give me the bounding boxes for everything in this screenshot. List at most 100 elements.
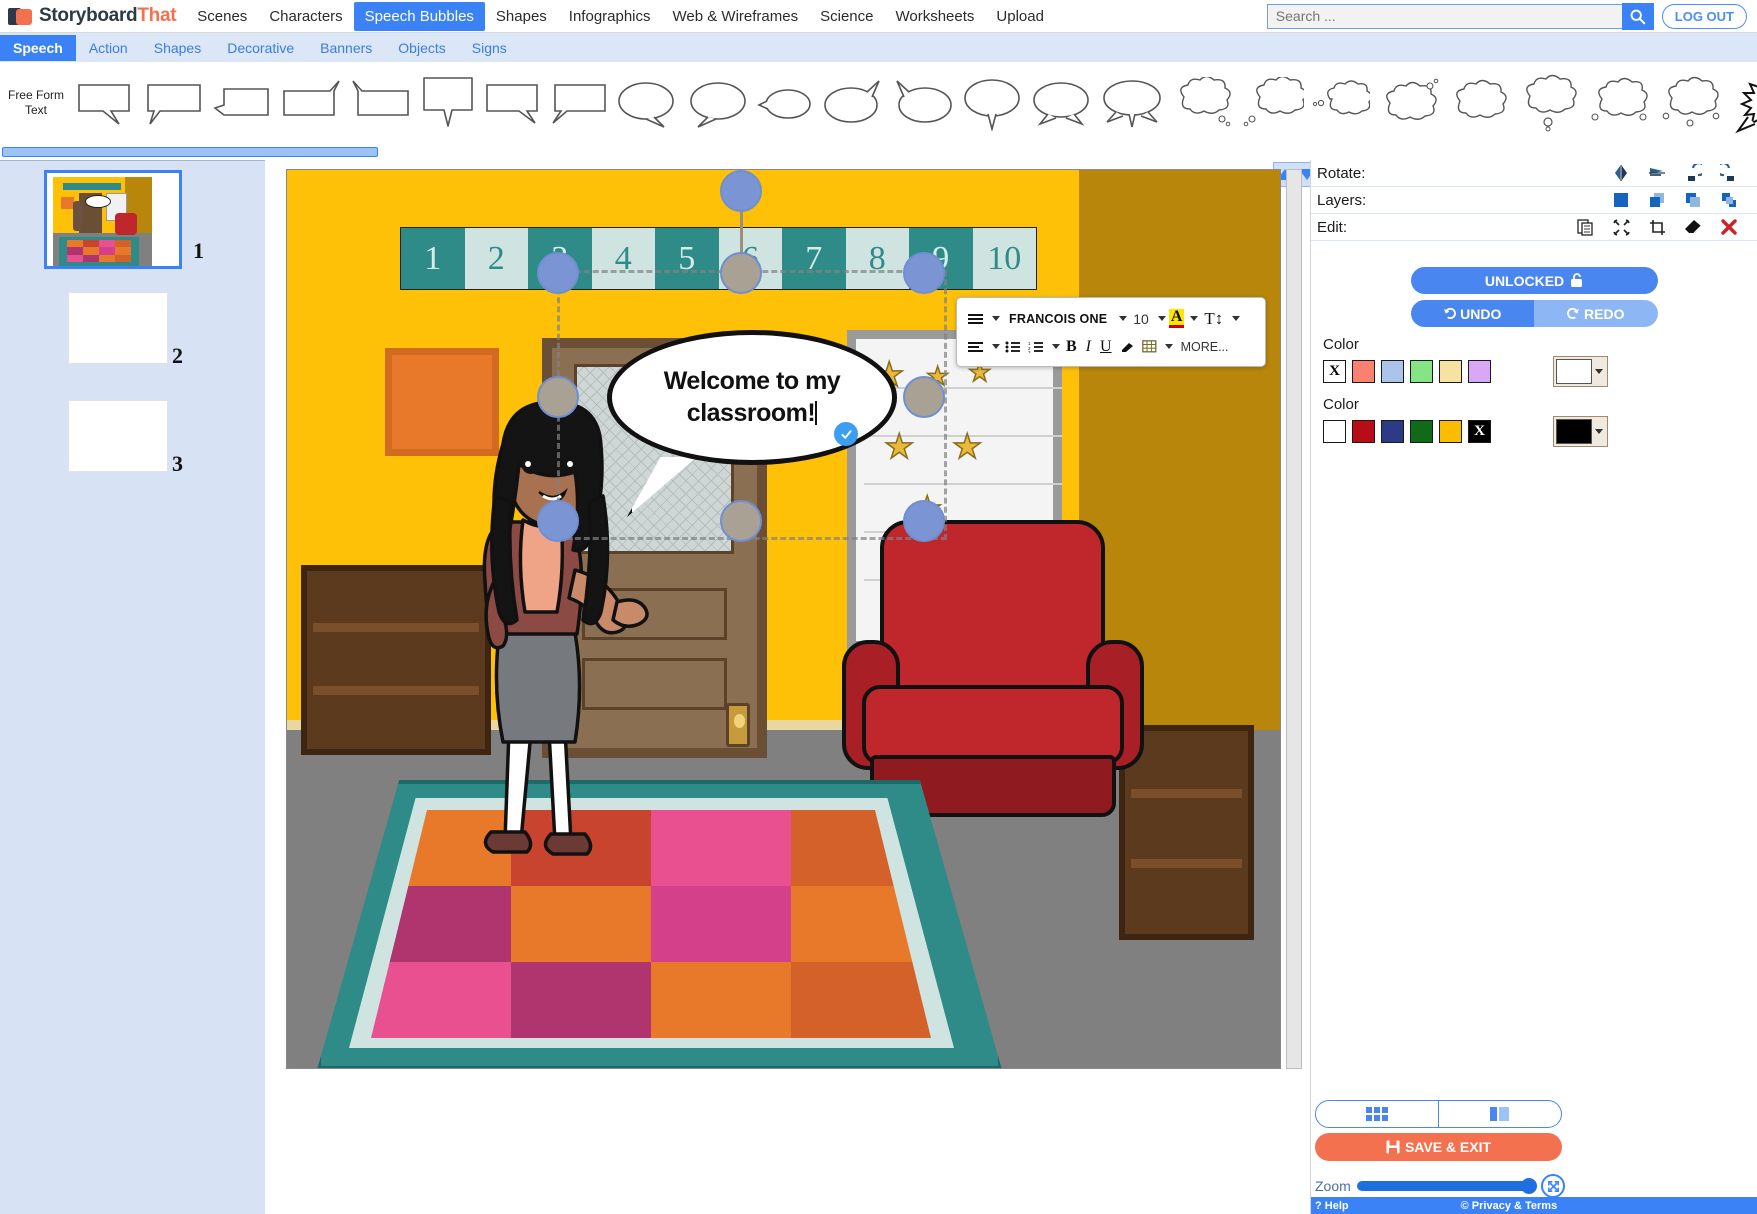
storyboard-cell-2[interactable] <box>68 292 168 364</box>
bubble-shape-rect-tail-down[interactable] <box>420 74 476 132</box>
privacy-terms-link[interactable]: © Privacy & Terms <box>1461 1200 1558 1212</box>
nav-item-characters[interactable]: Characters <box>258 2 353 31</box>
font-family-selector[interactable]: FRANCOIS ONE <box>1003 312 1113 326</box>
bubble-shape-oval-tail-upleft[interactable] <box>892 78 954 128</box>
bubble-shape-starburst[interactable] <box>1730 72 1757 134</box>
lock-toggle-button[interactable]: UNLOCKED <box>1410 267 1658 294</box>
nav-item-shapes[interactable]: Shapes <box>485 2 558 31</box>
subnav-item-action[interactable]: Action <box>76 35 141 61</box>
table-caret-icon[interactable] <box>1164 344 1173 349</box>
send-backward-icon[interactable] <box>1675 191 1711 209</box>
numbered-list-icon[interactable]: 123 <box>1026 340 1046 354</box>
delete-icon[interactable] <box>1711 218 1747 236</box>
app-logo[interactable]: StoryboardThat <box>0 5 186 27</box>
bubble-shape-oval-small-left[interactable] <box>756 79 814 127</box>
rotate-left-icon[interactable] <box>1675 164 1711 182</box>
resize-handle-bottom-right[interactable] <box>903 500 945 542</box>
fill-swatch-transparent[interactable]: X <box>1323 360 1346 383</box>
nav-item-upload[interactable]: Upload <box>985 2 1055 31</box>
stroke-swatch-green[interactable] <box>1410 420 1433 443</box>
bubble-shape-oval-tail-down[interactable] <box>962 75 1022 131</box>
bubble-shape-cloud-dots-both[interactable] <box>1588 77 1650 129</box>
paragraph-align-caret-icon[interactable] <box>992 344 1000 349</box>
subnav-item-shapes[interactable]: Shapes <box>141 35 214 61</box>
align-menu-caret-icon[interactable] <box>992 316 1000 321</box>
bubble-shape-oval-tail-upright[interactable] <box>822 78 884 128</box>
bubble-shape-rect-tail-downleft[interactable] <box>550 79 608 127</box>
bubble-shape-rect-tail-left[interactable] <box>144 79 204 127</box>
stroke-swatch-amber[interactable] <box>1439 420 1462 443</box>
bubble-shape-rect-tail-left-point[interactable] <box>212 79 272 127</box>
nav-item-worksheets[interactable]: Worksheets <box>884 2 985 31</box>
nav-item-infographics[interactable]: Infographics <box>558 2 662 31</box>
bold-button[interactable]: B <box>1063 338 1080 356</box>
bubble-shape-cloud-dots-left[interactable] <box>1242 77 1304 129</box>
flip-vertical-icon[interactable] <box>1639 164 1675 182</box>
speech-bubble-text[interactable]: Welcome to my classroom! <box>640 366 864 429</box>
font-color-button[interactable]: A <box>1168 309 1185 328</box>
bubble-shape-cloud-dots-under[interactable] <box>1658 76 1722 130</box>
subnav-item-objects[interactable]: Objects <box>385 35 458 61</box>
bubble-shape-oval-tail-triple[interactable] <box>1100 76 1164 130</box>
rotate-right-icon[interactable] <box>1711 164 1747 182</box>
resize-handle-bottom-left[interactable] <box>537 500 579 542</box>
resize-handle-bottom-center[interactable] <box>720 500 762 542</box>
nav-item-speech-bubbles[interactable]: Speech Bubbles <box>353 1 485 31</box>
subnav-item-banners[interactable]: Banners <box>307 35 385 61</box>
nav-item-science[interactable]: Science <box>809 2 884 31</box>
resize-handle-top-right[interactable] <box>903 252 945 294</box>
bubble-shape-cloud-plain[interactable] <box>1448 77 1510 129</box>
redo-button[interactable]: REDO <box>1534 300 1658 327</box>
nav-item-web-wireframes[interactable]: Web & Wireframes <box>662 2 810 31</box>
storyboard-cell-1[interactable]: 1 <box>44 170 204 269</box>
bubble-shape-rect-tail-right[interactable] <box>76 79 136 127</box>
speech-bubble-object[interactable]: Welcome to my classroom! <box>607 330 897 517</box>
grid-view-button[interactable] <box>1315 1100 1439 1128</box>
palette-scrollbar-thumb[interactable] <box>2 147 378 157</box>
speech-bubble-body[interactable]: Welcome to my classroom! <box>607 330 897 465</box>
search-button[interactable] <box>1621 2 1654 30</box>
more-options-button[interactable]: MORE... <box>1181 340 1229 354</box>
flip-horizontal-icon[interactable] <box>1603 164 1639 182</box>
panel-view-button[interactable] <box>1439 1100 1562 1128</box>
zoom-slider-knob[interactable] <box>1521 1178 1537 1194</box>
crop-icon[interactable] <box>1639 219 1675 236</box>
subnav-item-speech[interactable]: Speech <box>0 34 76 61</box>
highlighter-icon[interactable] <box>1118 340 1137 354</box>
italic-button[interactable]: I <box>1083 338 1094 356</box>
save-and-exit-button[interactable]: SAVE & EXIT <box>1315 1133 1562 1161</box>
bubble-shape-rect-tail-upright[interactable] <box>280 79 342 127</box>
fill-swatch-salmon[interactable] <box>1352 360 1375 383</box>
search-input[interactable] <box>1266 3 1622 29</box>
bullet-list-icon[interactable] <box>1003 340 1023 354</box>
stroke-swatch-red[interactable] <box>1352 420 1375 443</box>
resize-handle-top-center[interactable] <box>720 252 762 294</box>
teacher-character[interactable] <box>457 400 657 870</box>
resize-handle-middle-left[interactable] <box>537 376 579 418</box>
bubble-shape-oval-tail-downright[interactable] <box>616 77 678 129</box>
bring-forward-icon[interactable] <box>1639 191 1675 209</box>
bubble-shape-cloud-dots-right[interactable] <box>1172 77 1234 129</box>
nav-item-scenes[interactable]: Scenes <box>186 2 258 31</box>
bubble-shape-cloud-tail-down[interactable] <box>1518 74 1580 132</box>
rotate-handle[interactable] <box>720 170 762 212</box>
duplicate-icon[interactable] <box>1567 218 1603 236</box>
fill-color-picker[interactable] <box>1553 356 1608 387</box>
line-height-caret-icon[interactable] <box>1232 316 1241 321</box>
fill-swatch-light-blue[interactable] <box>1381 360 1404 383</box>
font-size-caret-icon[interactable] <box>1157 316 1166 321</box>
underline-button[interactable]: U <box>1097 338 1115 356</box>
fill-swatch-light-green[interactable] <box>1410 360 1433 383</box>
storyboard-cell-3[interactable] <box>68 400 168 472</box>
font-color-caret-icon[interactable] <box>1190 316 1199 321</box>
subnav-item-decorative[interactable]: Decorative <box>214 35 307 61</box>
fill-swatch-light-yellow[interactable] <box>1439 360 1462 383</box>
help-link[interactable]: ? Help <box>1315 1200 1349 1212</box>
resize-handle-middle-right[interactable] <box>903 376 945 418</box>
logout-button[interactable]: LOG OUT <box>1661 3 1747 29</box>
bubble-shape-rect-tail-downright[interactable] <box>484 79 542 127</box>
line-height-icon[interactable]: T↕ <box>1201 309 1226 329</box>
bubble-shape-cloud-dots-up[interactable] <box>1378 77 1440 129</box>
subnav-item-signs[interactable]: Signs <box>459 35 520 61</box>
fill-swatch-light-purple[interactable] <box>1468 360 1491 383</box>
